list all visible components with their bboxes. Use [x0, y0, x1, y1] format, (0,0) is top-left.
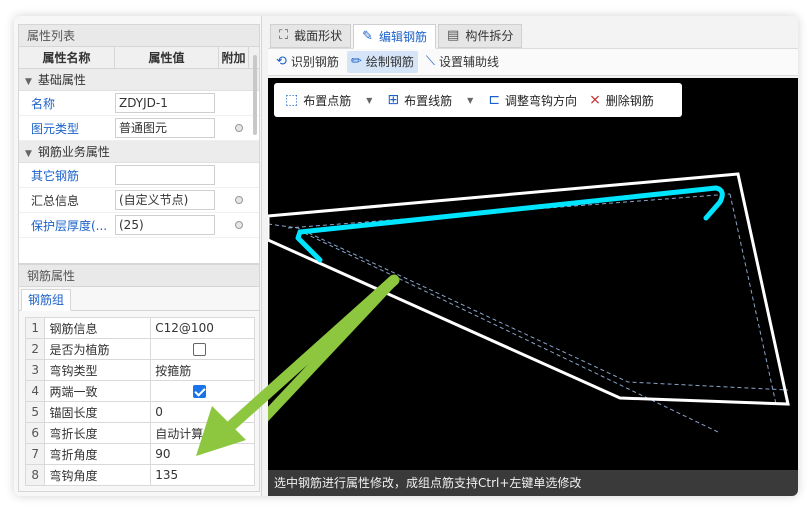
hook-angle-value[interactable]: 135	[150, 464, 255, 486]
table-row[interactable]: 3 弯钩类型 按箍筋	[24, 359, 255, 381]
section-shape-icon: ⛶	[279, 28, 289, 43]
attr-row-summary-info[interactable]: 汇总信息 (自定义节点)	[19, 188, 259, 213]
attr-row-element-type[interactable]: 图元类型 普通图元	[19, 116, 259, 141]
header-name: 属性名称	[19, 47, 115, 68]
set-aux-line-button[interactable]: ⟍ 设置辅助线	[422, 51, 503, 73]
group-basic[interactable]: ▼ 基础属性	[19, 69, 259, 91]
hook-type-value[interactable]: 按箍筋	[150, 359, 255, 381]
attr-row-other-rebar[interactable]: 其它钢筋	[19, 163, 259, 188]
table-row[interactable]: 8 弯钩角度 135	[24, 464, 255, 486]
rebar-info-value[interactable]: C12@100	[150, 317, 255, 339]
bend-length-value[interactable]: 自动计算	[150, 422, 255, 444]
table-row[interactable]: 6 弯折长度 自动计算	[24, 422, 255, 444]
collapse-triangle-icon[interactable]: ▼	[25, 71, 32, 93]
chevron-down-icon[interactable]: ▼	[467, 96, 473, 105]
drawing-canvas[interactable]: ⬚ 布置点筋 ▼ ⊞ 布置线筋 ▼ ⊏ 调整弯钩方向 ⨯ 删除钢筋	[268, 78, 798, 470]
delete-rebar-icon: ⨯	[589, 92, 601, 108]
tab-edit-rebar[interactable]: ✎ 编辑钢筋	[353, 24, 437, 49]
anchor-length-value[interactable]: 0	[150, 401, 255, 423]
rebar-attribute-panel: 钢筋属性 钢筋组 1 钢筋信息 C12@100 2 是否为植筋 3 弯钩类型 按…	[18, 264, 260, 492]
guide-line	[268, 223, 789, 391]
collapse-triangle-icon[interactable]: ▼	[25, 143, 32, 165]
attribute-scrollbar[interactable]	[251, 47, 259, 157]
table-row[interactable]: 2 是否为植筋	[24, 338, 255, 360]
element-type-value-field[interactable]: 普通图元	[115, 118, 215, 138]
attach-radio-icon[interactable]	[235, 196, 243, 204]
attribute-list-header: 属性名称 属性值 附加	[19, 47, 259, 69]
summary-info-value-field[interactable]: (自定义节点)	[115, 190, 215, 210]
attach-radio-icon[interactable]	[235, 221, 243, 229]
rebar-attribute-title: 钢筋属性	[19, 265, 259, 287]
table-row[interactable]: 1 钢筋信息 C12@100	[24, 317, 255, 339]
right-panel: ⛶ 截面形状 ✎ 编辑钢筋 ▤ 构件拆分 ⟲ 识别钢筋 ✏ 绘制钢筋 ⟍ 设置辅…	[268, 16, 798, 496]
tab-split-component[interactable]: ▤ 构件拆分	[438, 24, 523, 48]
header-value: 属性值	[115, 47, 219, 68]
group-rebar-business[interactable]: ▼ 钢筋业务属性	[19, 141, 259, 163]
table-row[interactable]: 4 两端一致	[24, 380, 255, 402]
header-add: 附加	[219, 47, 249, 68]
tab-section-shape[interactable]: ⛶ 截面形状	[270, 24, 352, 48]
place-line-rebar-button[interactable]: ⊞ 布置线筋	[384, 87, 455, 113]
rebar-tabs: 钢筋组	[19, 287, 259, 311]
adjust-hook-direction-button[interactable]: ⊏ 调整弯钩方向	[485, 87, 580, 113]
chevron-down-icon[interactable]: ▼	[366, 96, 372, 105]
planted-rebar-checkbox[interactable]	[193, 343, 207, 356]
place-point-rebar-button[interactable]: ⬚ 布置点筋	[282, 87, 354, 113]
sub-toolbar: ⟲ 识别钢筋 ✏ 绘制钢筋 ⟍ 设置辅助线	[268, 48, 798, 76]
attr-row-name[interactable]: 名称 ZDYJD-1	[19, 91, 259, 116]
cover-thickness-value-field[interactable]: (25)	[115, 215, 215, 235]
delete-rebar-button[interactable]: ⨯ 删除钢筋	[586, 87, 657, 113]
bend-angle-value[interactable]: 90	[150, 443, 255, 465]
name-value-field[interactable]: ZDYJD-1	[115, 93, 215, 113]
line-rebar-icon: ⊞	[387, 92, 400, 108]
attribute-list-title: 属性列表	[19, 25, 259, 47]
rebar-float-toolbar: ⬚ 布置点筋 ▼ ⊞ 布置线筋 ▼ ⊏ 调整弯钩方向 ⨯ 删除钢筋	[274, 83, 682, 117]
draw-rebar-button[interactable]: ✏ 绘制钢筋	[346, 51, 418, 73]
hook-direction-icon: ⊏	[488, 92, 501, 108]
arrow-shaft	[268, 276, 398, 422]
identify-rebar-button[interactable]: ⟲ 识别钢筋	[272, 51, 343, 73]
pencil-icon: ✏	[350, 54, 362, 69]
canvas-drawing	[268, 172, 790, 433]
rebar-line[interactable]	[295, 185, 725, 263]
point-rebar-icon: ⬚	[285, 92, 299, 108]
both-ends-same-checkbox[interactable]	[193, 385, 207, 398]
tab-rebar-group[interactable]: 钢筋组	[21, 289, 72, 311]
attr-row-cover-thickness[interactable]: 保护层厚度(... (25)	[19, 213, 259, 238]
guide-line	[729, 193, 777, 405]
table-row[interactable]: 5 锚固长度 0	[24, 401, 255, 423]
status-bar: 选中钢筋进行属性修改，成组点筋支持Ctrl+左键单选修改	[268, 470, 798, 496]
guide-line	[297, 229, 719, 433]
table-row[interactable]: 7 弯折角度 90	[24, 443, 255, 465]
attach-radio-icon[interactable]	[235, 124, 243, 132]
app-window: 属性列表 属性名称 属性值 附加 ▼ 基础属性 名称 ZDYJD-1 图元类型 普…	[14, 16, 798, 496]
main-tabs: ⛶ 截面形状 ✎ 编辑钢筋 ▤ 构件拆分	[268, 16, 798, 49]
split-component-icon: ▤	[447, 28, 460, 43]
other-rebar-value-field[interactable]	[115, 165, 215, 185]
left-panel: 属性列表 属性名称 属性值 附加 ▼ 基础属性 名称 ZDYJD-1 图元类型 普…	[14, 16, 262, 496]
rebar-property-table: 1 钢筋信息 C12@100 2 是否为植筋 3 弯钩类型 按箍筋 4 两端一致	[24, 317, 255, 486]
identify-icon: ⟲	[276, 54, 287, 69]
aux-line-icon: ⟍	[425, 54, 435, 69]
edit-rebar-icon: ✎	[362, 28, 374, 44]
attribute-list-panel: 属性列表 属性名称 属性值 附加 ▼ 基础属性 名称 ZDYJD-1 图元类型 普…	[18, 24, 260, 264]
